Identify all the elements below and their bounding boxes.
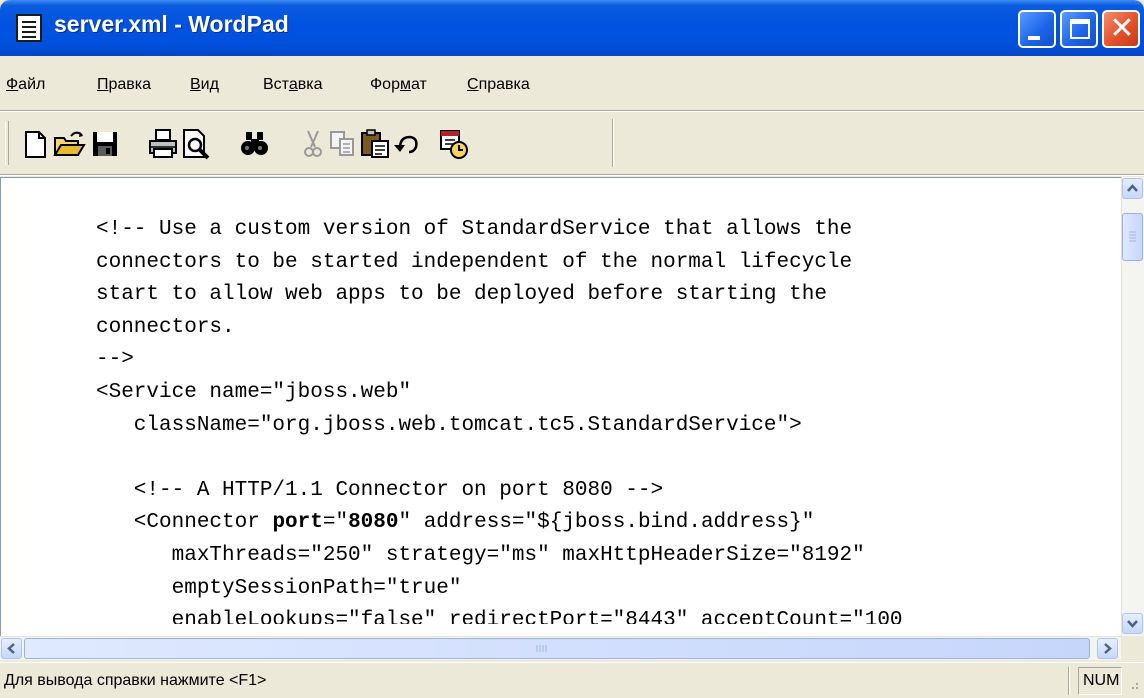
doc-line: <!-- A HTTP/1.1 Connector on port 8080 -… (96, 478, 664, 502)
chevron-right-icon (1104, 643, 1112, 654)
menu-view[interactable]: Вид (190, 76, 219, 94)
menu-view-accel: В (190, 76, 201, 93)
undo-button[interactable] (390, 127, 424, 161)
menu-view-label: ид (200, 76, 219, 93)
menu-file-label: айл (18, 76, 46, 93)
vertical-scroll-thumb[interactable] (1122, 213, 1143, 261)
new-icon (25, 131, 46, 158)
horizontal-scrollbar[interactable] (0, 636, 1121, 660)
connector-suffix: " address="${jboss.bind.address}" (398, 511, 815, 535)
connector-prefix: <Connector (96, 511, 273, 535)
menu-help-label: правка (478, 76, 530, 93)
scroll-up-button[interactable] (1122, 178, 1143, 199)
print-preview-button[interactable] (180, 127, 214, 161)
menu-format-label: ат (410, 76, 427, 93)
scroll-left-button[interactable] (1, 638, 22, 659)
menu-bar: Файл Правка Вид Вставка Формат Справка (0, 70, 1144, 106)
save-icon (93, 132, 117, 156)
date-time-icon (440, 130, 468, 159)
close-icon: ✕ (1109, 11, 1135, 46)
title-bar[interactable]: server.xml - WordPad ✕ (0, 0, 1144, 56)
menu-format-accel: м (399, 76, 411, 93)
scroll-right-button[interactable] (1097, 638, 1118, 659)
thumb-grip-icon (1129, 231, 1136, 242)
maximize-button[interactable] (1060, 10, 1098, 48)
doc-line-connector: <Connector port="8080" address="${jboss.… (96, 507, 1116, 540)
copy-button[interactable] (326, 127, 360, 161)
menu-file[interactable]: Файл (6, 76, 45, 94)
doc-line: --> (96, 348, 134, 372)
find-button[interactable] (238, 127, 272, 161)
menu-format-pre: Фор (370, 76, 400, 93)
save-button[interactable] (88, 127, 122, 161)
find-icon (241, 132, 268, 155)
connector-eq: =" (322, 511, 349, 535)
scrollbar-corner (1121, 636, 1144, 660)
doc-line: connectors. (96, 315, 235, 339)
doc-line: enableLookups="false" redirectPort="8443… (96, 609, 903, 624)
paste-button[interactable] (358, 127, 392, 161)
print-button[interactable] (146, 127, 180, 161)
undo-icon (394, 135, 418, 154)
wordpad-window: server.xml - WordPad ✕ Файл Правка Вид В… (0, 0, 1144, 698)
doc-line: connectors to be started independent of … (96, 250, 853, 274)
document-text[interactable]: <!-- Use a custom version of StandardSer… (96, 214, 1116, 624)
connector-port-attr: port (272, 511, 323, 535)
menu-help[interactable]: Справка (467, 76, 530, 94)
menu-format[interactable]: Формат (370, 76, 427, 94)
wordpad-app-icon[interactable] (16, 14, 42, 42)
thumb-grip-icon (536, 645, 547, 652)
scroll-down-button[interactable] (1122, 613, 1143, 634)
num-lock-indicator: NUM (1083, 672, 1120, 689)
menu-edit-accel: П (97, 76, 109, 93)
doc-line: <Service name="jboss.web" (96, 380, 412, 404)
window-title: server.xml - WordPad (54, 11, 289, 37)
resize-grip-icon[interactable] (1126, 677, 1140, 691)
copy-icon (330, 131, 354, 156)
document-area[interactable]: <!-- Use a custom version of StandardSer… (0, 177, 1144, 660)
maximize-icon (1070, 19, 1090, 39)
chevron-left-icon (7, 643, 15, 654)
new-button[interactable] (18, 127, 52, 161)
doc-line: <!-- Use a custom version of StandardSer… (96, 218, 853, 241)
menu-insert[interactable]: Вставка (263, 76, 322, 94)
status-divider (1068, 667, 1070, 695)
toolbar-end-divider (612, 119, 614, 167)
menu-file-accel: Ф (6, 76, 19, 93)
menu-insert-pre: Вст (263, 76, 289, 93)
status-bar: Для вывода справки нажмите <F1> NUM (0, 662, 1144, 698)
doc-line: emptySessionPath="true" (96, 576, 462, 600)
chevron-down-icon (1127, 620, 1138, 628)
toolbar-grip[interactable] (5, 121, 9, 165)
num-lock-panel: NUM (1078, 667, 1122, 695)
open-button[interactable] (52, 127, 86, 161)
chevron-up-icon (1127, 184, 1138, 192)
menu-edit-label: равка (108, 76, 152, 93)
date-time-button[interactable] (436, 127, 470, 161)
menu-help-accel: С (467, 76, 479, 93)
connector-port-value: 8080 (348, 511, 399, 535)
close-button[interactable]: ✕ (1102, 10, 1140, 48)
doc-line: className="org.jboss.web.tomcat.tc5.Stan… (96, 413, 802, 437)
minimize-button[interactable] (1018, 10, 1056, 48)
doc-line: maxThreads="250" strategy="ms" maxHttpHe… (96, 543, 865, 567)
doc-line-blank (96, 442, 1116, 475)
paste-icon (361, 129, 389, 158)
menu-edit[interactable]: Правка (97, 76, 151, 94)
print-icon (149, 129, 177, 158)
cut-icon (304, 130, 322, 157)
menu-insert-accel: а (288, 76, 298, 93)
minimize-icon (1028, 36, 1040, 40)
print-preview-icon (183, 129, 210, 160)
toolbar-divider (0, 174, 1144, 176)
doc-line: start to allow web apps to be deployed b… (96, 283, 827, 307)
toolbar (0, 113, 1144, 173)
open-icon (53, 131, 86, 156)
cut-button[interactable] (296, 127, 330, 161)
menu-divider (0, 110, 1144, 112)
menu-insert-label: вка (297, 76, 323, 93)
status-help-text: Для вывода справки нажмите <F1> (4, 672, 267, 689)
vertical-scrollbar[interactable] (1121, 177, 1144, 636)
horizontal-scroll-thumb[interactable] (24, 638, 1090, 659)
